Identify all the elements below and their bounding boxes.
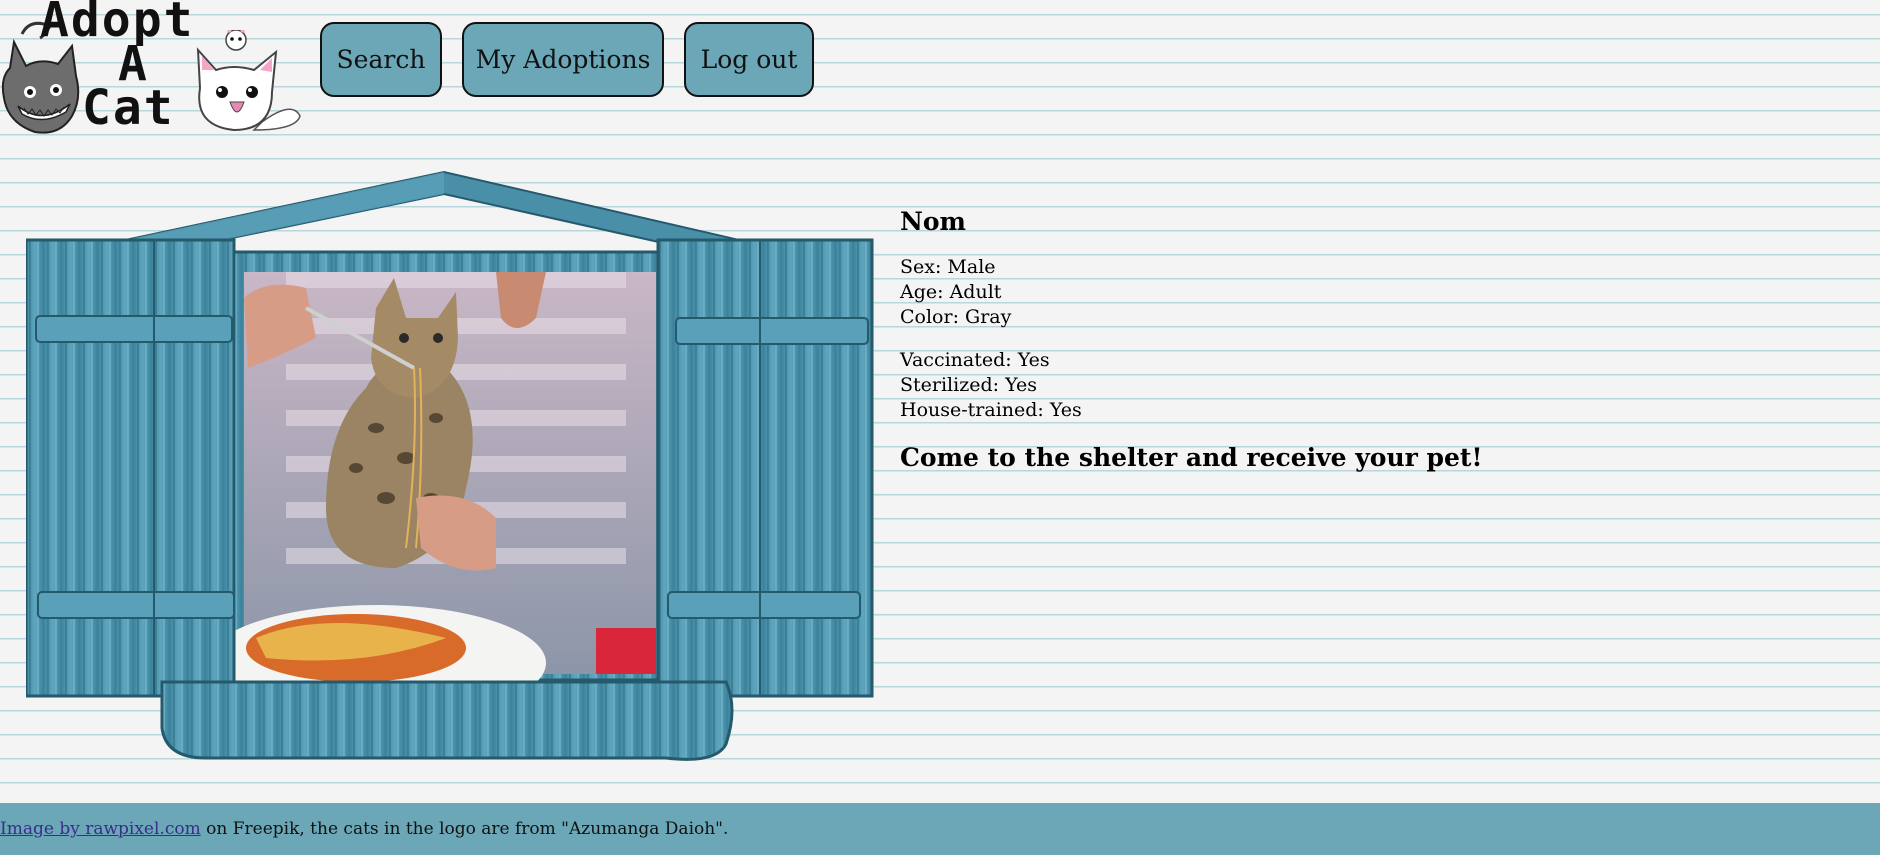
pet-photo (24, 168, 874, 764)
header: Adopt A Cat Search My Adoptions Log out (0, 0, 1880, 140)
my-adoptions-button[interactable]: My Adoptions (462, 22, 664, 97)
pet-color: Color: Gray (900, 306, 1012, 328)
footer-credit-text: on Freepik, the cats in the logo are fro… (200, 819, 729, 839)
pet-name: Nom (900, 207, 966, 236)
search-button[interactable]: Search (320, 22, 442, 97)
rawpixel-credit-link[interactable]: Image by rawpixel.com (0, 819, 201, 839)
pet-basic-info: Sex: Male Age: Adult Color: Gray (900, 255, 1600, 330)
site-logo[interactable]: Adopt A Cat (0, 0, 310, 138)
white-cat-icon (196, 30, 301, 132)
pet-details: Nom Sex: Male Age: Adult Color: Gray Vac… (900, 205, 1600, 475)
pet-sex: Sex: Male (900, 256, 996, 278)
pet-sterilized: Sterilized: Yes (900, 374, 1037, 396)
pet-age: Age: Adult (900, 281, 1002, 303)
call-to-action: Come to the shelter and receive your pet… (900, 443, 1483, 472)
footer: Image by rawpixel.com on Freepik, the ca… (0, 803, 1880, 855)
pet-health-info: Vaccinated: Yes Sterilized: Yes House-tr… (900, 348, 1600, 423)
pet-vaccinated: Vaccinated: Yes (900, 349, 1050, 371)
logo-text-line-3: Cat (82, 80, 175, 136)
pet-house-trained: House-trained: Yes (900, 399, 1082, 421)
wooden-window-frame (24, 170, 874, 761)
log-out-button[interactable]: Log out (684, 22, 814, 97)
